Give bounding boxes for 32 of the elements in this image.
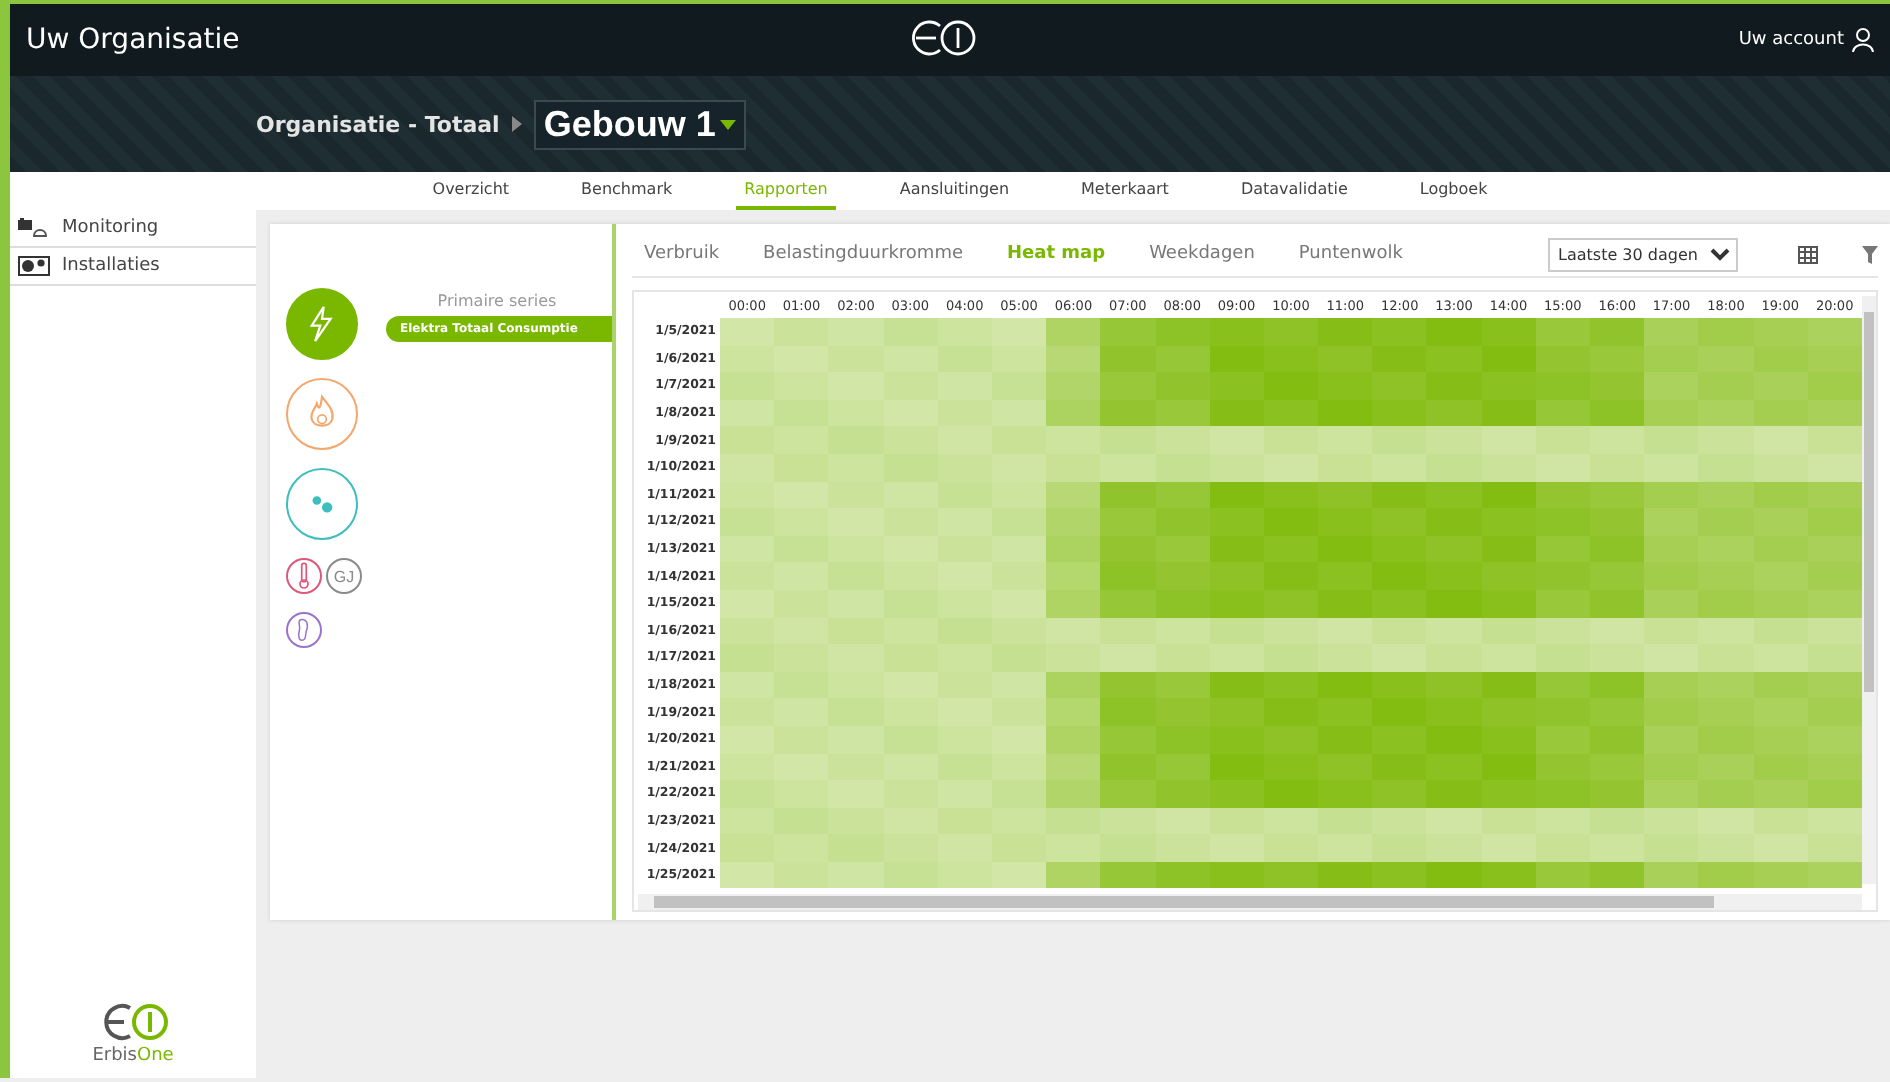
nav-tab[interactable]: Logboek [1411,172,1496,210]
monitoring-icon [18,218,50,238]
series-heading: Primaire series [435,292,559,310]
logo-icon [910,18,978,58]
thermometer-button[interactable] [286,558,322,594]
flame-button[interactable] [286,378,358,450]
vertical-scrollbar[interactable] [1862,296,1876,884]
report-tab[interactable]: Verbruik [644,244,720,264]
table-icon[interactable] [1798,245,1818,263]
breadcrumb-arrow-icon [511,116,522,132]
nav-tab[interactable]: Meterkaart [1073,172,1177,210]
horizontal-scrollbar[interactable] [638,894,1862,910]
nav-tab[interactable]: Overzicht [424,172,518,210]
nav-tab[interactable]: Benchmark [573,172,681,210]
lightning-button[interactable] [286,288,358,360]
filter-icon[interactable] [1862,245,1878,263]
organisation-title: Uw Organisatie [26,24,240,56]
sidebar-item[interactable]: Installaties [10,248,256,286]
gear-icon [18,256,50,276]
logo-text: ErbisOne [92,1046,174,1066]
building-dropdown[interactable]: Gebouw 1 [533,99,746,149]
breadcrumb-link[interactable]: Organisatie - Totaal [256,111,500,137]
report-tab[interactable]: Puntenwolk [1298,244,1403,264]
period-select[interactable]: Laatste 30 dagen [1548,237,1738,271]
foot-button[interactable] [286,612,322,648]
sidebar-item[interactable]: Monitoring [10,210,256,248]
user-icon[interactable] [1852,28,1874,52]
nav-tab[interactable]: Aansluitingen [891,172,1018,210]
account-link[interactable]: Uw account [1738,30,1844,50]
report-tab[interactable]: Belastingduurkromme [763,244,964,264]
nav-tab[interactable]: Datavalidatie [1232,172,1356,210]
report-tab[interactable]: Weekdagen [1149,244,1255,264]
